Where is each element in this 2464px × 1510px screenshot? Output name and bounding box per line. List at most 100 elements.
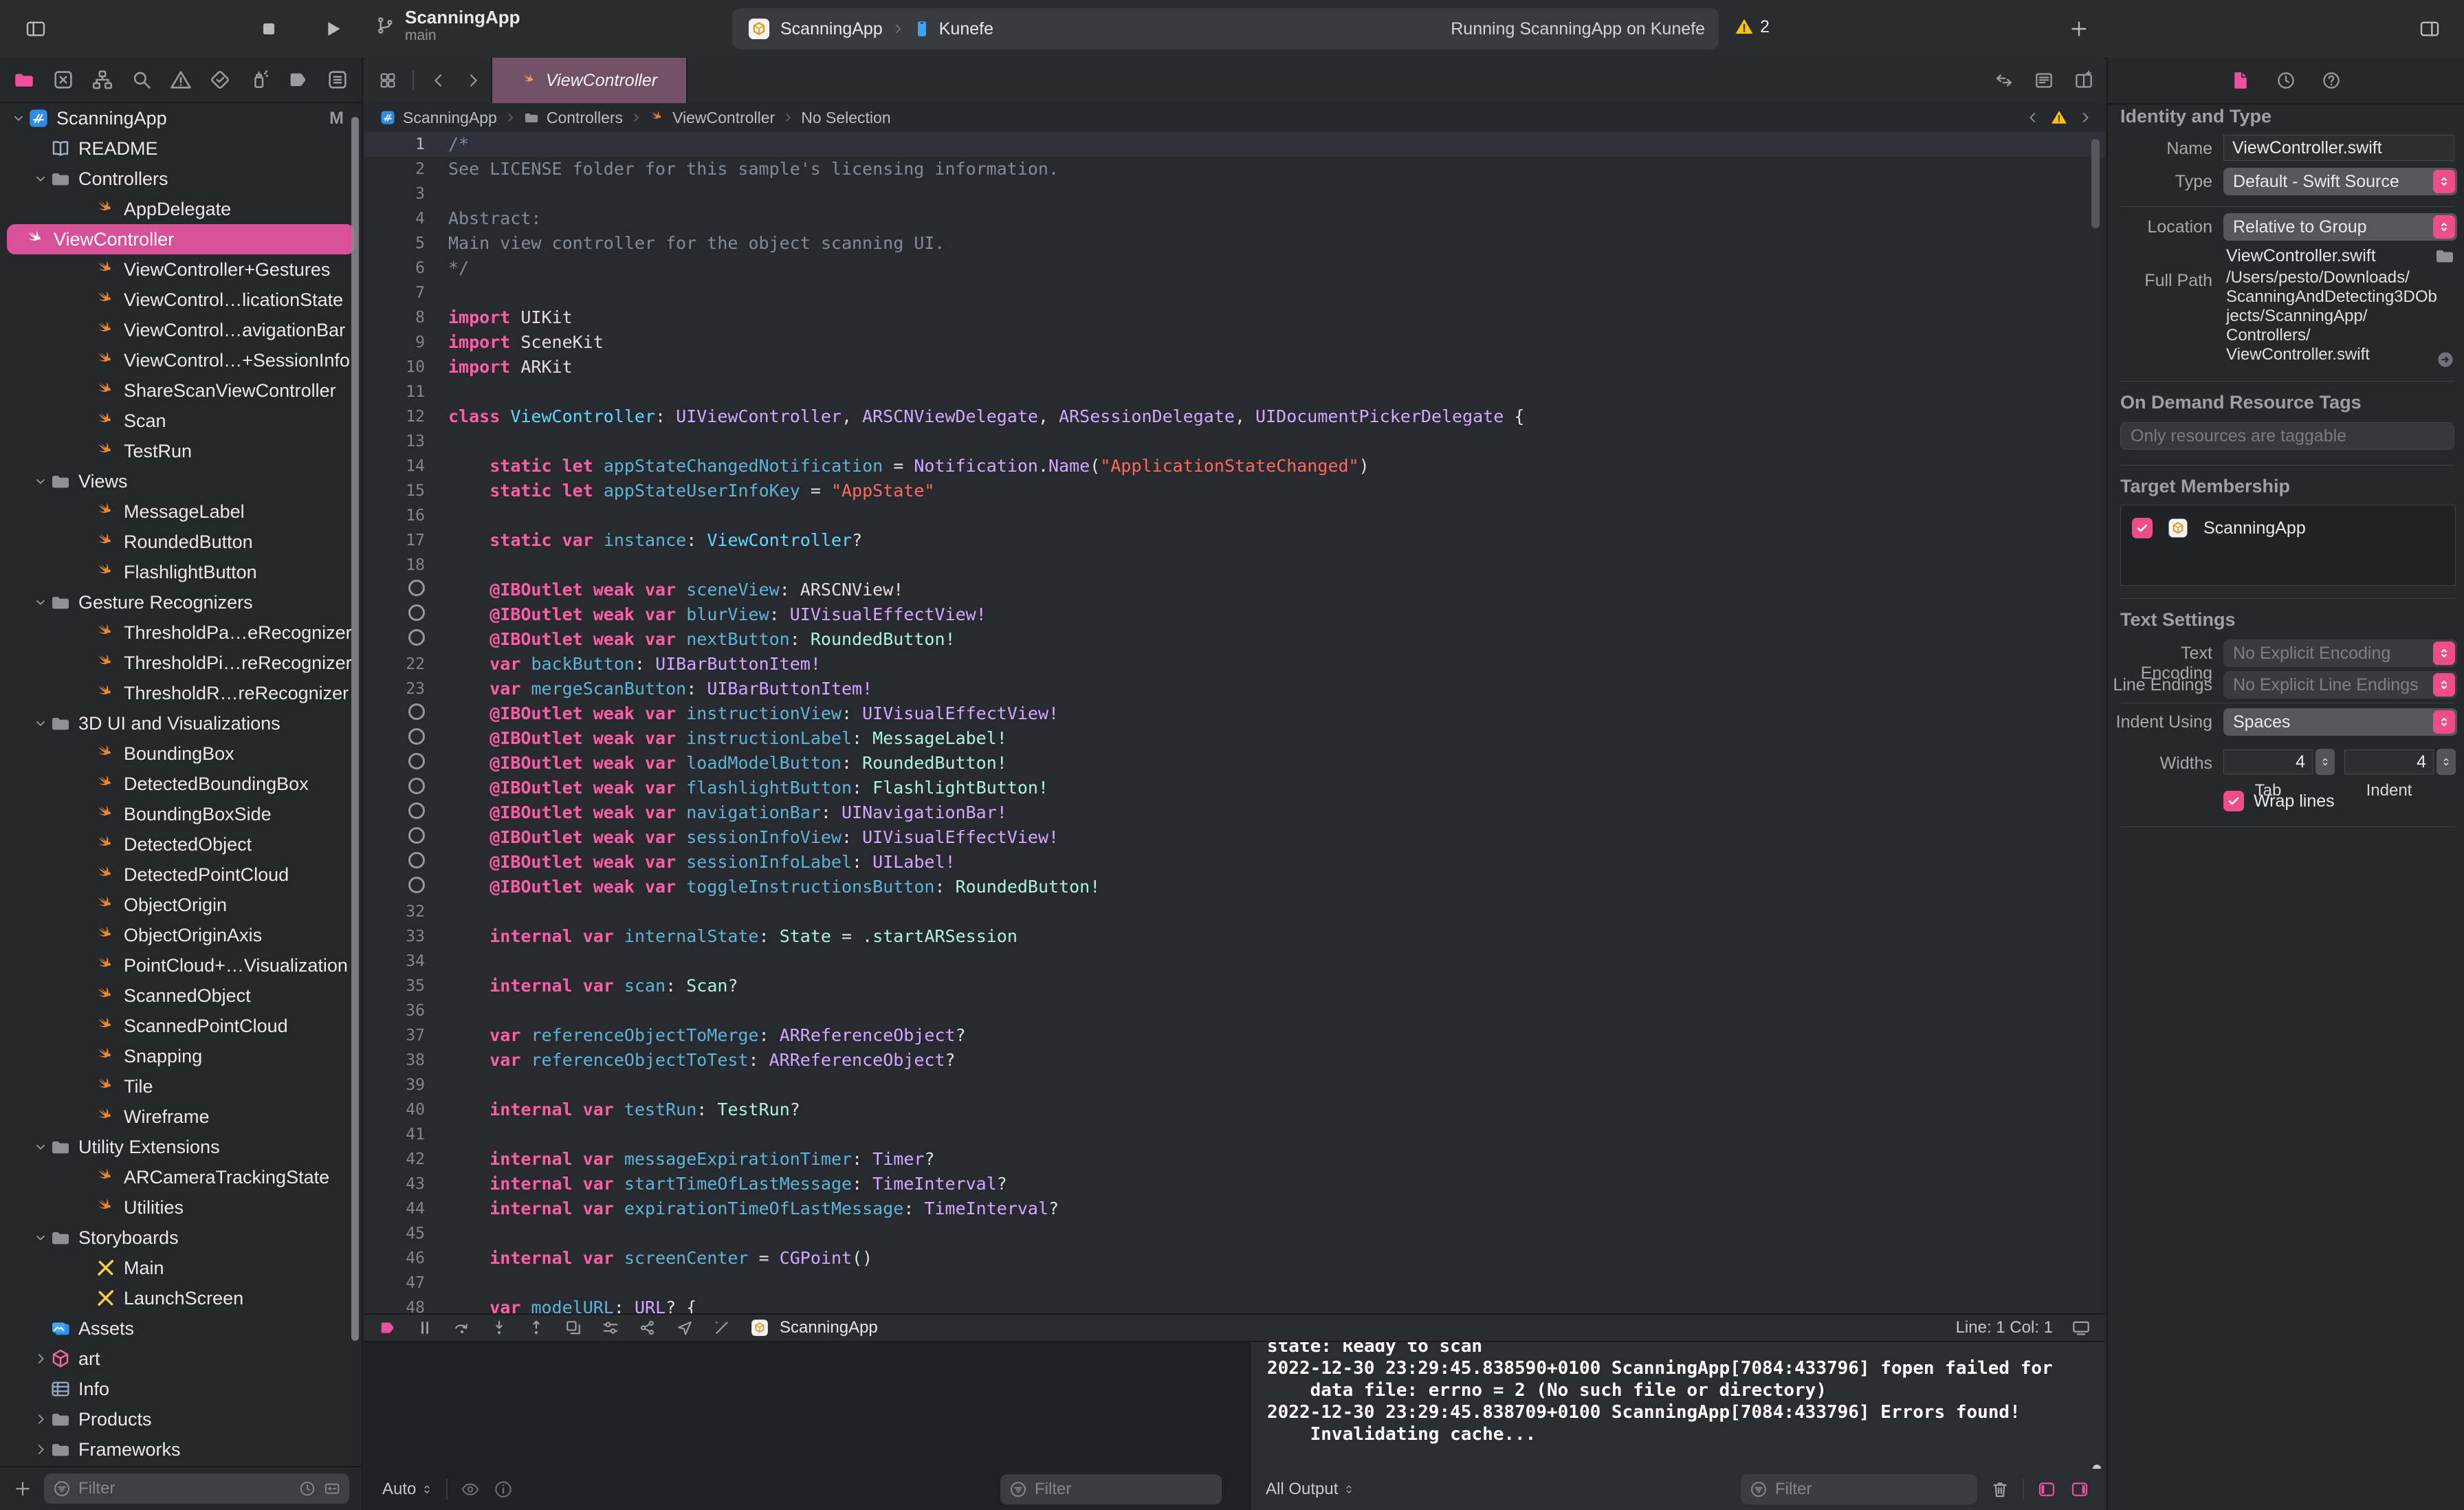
recent-files-icon[interactable] — [298, 1480, 316, 1498]
tab-overview-icon[interactable] — [378, 71, 397, 90]
breadcrumb-item[interactable]: No Selection — [801, 109, 890, 127]
tree-item-wireframe[interactable]: Wireframe — [0, 1102, 362, 1132]
iboutlet-connector-icon[interactable] — [364, 751, 429, 776]
open-in-finder-arrow-icon[interactable] — [2435, 349, 2456, 370]
target-checkbox[interactable] — [2132, 518, 2153, 538]
wrap-lines-checkbox[interactable] — [2223, 791, 2244, 811]
breakpoint-navigator-icon[interactable] — [287, 68, 310, 91]
tree-item-3d-ui-and-visualizations[interactable]: 3D UI and Visualizations — [0, 708, 362, 738]
iboutlet-connector-icon[interactable] — [364, 776, 429, 800]
tree-item-detectedobject[interactable]: DetectedObject — [0, 829, 362, 860]
step-over-icon[interactable] — [452, 1318, 472, 1337]
run-button[interactable] — [322, 18, 344, 40]
editor-options-icon[interactable] — [2034, 70, 2054, 91]
view-debugger-icon[interactable] — [564, 1318, 583, 1337]
stepper-icon[interactable] — [2433, 642, 2455, 665]
destination-name[interactable]: Kunefe — [939, 19, 993, 39]
toggle-navigator-icon[interactable] — [25, 18, 47, 40]
tree-item-objectorigin[interactable]: ObjectOrigin — [0, 890, 362, 920]
chevron-down-icon[interactable] — [32, 595, 50, 610]
tree-item-frameworks[interactable]: Frameworks — [0, 1434, 362, 1465]
help-inspector-icon[interactable] — [2321, 70, 2342, 91]
tree-item-info[interactable]: Info — [0, 1374, 362, 1404]
tab-width-field[interactable]: 4 — [2223, 749, 2313, 774]
source-control-navigator-icon[interactable] — [52, 68, 75, 91]
tree-item-detectedpointcloud[interactable]: DetectedPointCloud — [0, 860, 362, 890]
stepper-icon[interactable] — [2433, 710, 2455, 734]
memory-graph-icon[interactable] — [638, 1318, 657, 1337]
simulate-location-icon[interactable] — [675, 1318, 694, 1337]
iboutlet-connector-icon[interactable] — [364, 627, 429, 652]
back-icon[interactable] — [429, 71, 448, 90]
tree-item-controllers[interactable]: Controllers — [0, 164, 362, 194]
tree-item-utility-extensions[interactable]: Utility Extensions — [0, 1132, 362, 1162]
code-review-icon[interactable] — [1994, 70, 2014, 91]
navigator-scrollbar[interactable] — [351, 117, 359, 1341]
variables-scope-popup[interactable]: Auto — [382, 1480, 434, 1499]
step-out-icon[interactable] — [527, 1318, 546, 1337]
tree-item-products[interactable]: Products — [0, 1404, 362, 1434]
iboutlet-connector-icon[interactable] — [364, 726, 429, 751]
find-navigator-icon[interactable] — [130, 68, 153, 91]
breadcrumb-item[interactable]: ScanningApp — [403, 109, 497, 127]
runtime-issues-icon[interactable] — [712, 1318, 732, 1337]
stepper-icon[interactable] — [2433, 170, 2455, 193]
tree-item-gesture-recognizers[interactable]: Gesture Recognizers — [0, 587, 362, 617]
tree-item-detectedboundingbox[interactable]: DetectedBoundingBox — [0, 769, 362, 799]
tree-item-arcameratrackingstate[interactable]: ARCameraTrackingState — [0, 1162, 362, 1192]
breadcrumb-item[interactable]: Controllers — [547, 109, 623, 127]
choose-folder-icon[interactable] — [2434, 245, 2456, 267]
pause-execution-icon[interactable] — [415, 1318, 434, 1337]
tree-item-scannedobject[interactable]: ScannedObject — [0, 981, 362, 1011]
target-row[interactable]: ScanningApp — [2121, 505, 2455, 540]
stepper-icon[interactable] — [2433, 673, 2455, 697]
iboutlet-connector-icon[interactable] — [364, 875, 429, 899]
name-field[interactable]: ViewController.swift — [2223, 135, 2454, 161]
indent-width-field[interactable]: 4 — [2344, 749, 2434, 774]
chevron-right-icon[interactable] — [32, 1351, 50, 1366]
text-encoding-popup[interactable]: No Explicit Encoding — [2223, 639, 2457, 667]
variables-filter-field[interactable]: Filter — [1000, 1474, 1222, 1504]
tree-item-messagelabel[interactable]: MessageLabel — [0, 496, 362, 527]
breakpoints-toggle-icon[interactable] — [378, 1318, 397, 1337]
warning-badge[interactable]: 2 — [1734, 17, 1770, 37]
chevron-down-icon[interactable] — [32, 474, 50, 489]
report-navigator-icon[interactable] — [326, 68, 349, 91]
previous-issue-icon[interactable] — [2025, 110, 2040, 125]
chevron-down-icon[interactable] — [32, 1230, 50, 1245]
source-editor[interactable]: 1/* 2 See LICENSE folder for this sample's… — [364, 132, 2105, 1313]
tree-item-viewcontroller-gestures[interactable]: ViewController+Gestures — [0, 254, 362, 285]
scheme-name[interactable]: ScanningApp — [780, 19, 883, 39]
tree-item-assets[interactable]: Assets — [0, 1313, 362, 1344]
tree-item-viewcontrol-licationstate[interactable]: ViewControl…licationState — [0, 285, 362, 315]
add-editor-icon[interactable] — [2074, 70, 2094, 91]
navigator-filter-field[interactable]: Filter — [44, 1474, 349, 1504]
tree-item-thresholdpa-erecognizer[interactable]: ThresholdPa…eRecognizer — [0, 617, 362, 648]
type-popup[interactable]: Default - Swift Source — [2223, 168, 2457, 195]
tree-item-tile[interactable]: Tile — [0, 1071, 362, 1102]
chevron-down-icon[interactable] — [32, 1139, 50, 1155]
indent-using-popup[interactable]: Spaces — [2223, 708, 2457, 736]
tree-item-thresholdr-rerecognizer[interactable]: ThresholdR…reRecognizer — [0, 678, 362, 708]
tree-item-storyboards[interactable]: Storyboards — [0, 1223, 362, 1253]
indent-width-stepper[interactable] — [2436, 749, 2456, 775]
tree-item-scanningapp[interactable]: ScanningApp M — [0, 103, 362, 133]
chevron-down-icon[interactable] — [32, 716, 50, 731]
tree-item-flashlightbutton[interactable]: FlashlightButton — [0, 557, 362, 587]
test-navigator-icon[interactable] — [208, 68, 232, 91]
tree-item-viewcontroller[interactable]: ViewController — [7, 224, 355, 254]
file-inspector-icon[interactable] — [2230, 70, 2251, 91]
stop-button[interactable] — [258, 18, 280, 40]
wrap-lines-control[interactable]: Wrap lines — [2223, 791, 2335, 811]
scheme-widget[interactable]: ScanningApp main — [375, 7, 520, 44]
tree-item-appdelegate[interactable]: AppDelegate — [0, 194, 362, 224]
device-icon[interactable] — [2071, 1317, 2091, 1338]
chevron-down-icon[interactable] — [32, 171, 50, 186]
issue-navigator-icon[interactable] — [169, 68, 192, 91]
add-file-button[interactable] — [12, 1478, 33, 1499]
tab-width-stepper[interactable] — [2316, 749, 2335, 775]
symbol-navigator-icon[interactable] — [91, 68, 114, 91]
iboutlet-connector-icon[interactable] — [364, 578, 429, 602]
history-inspector-icon[interactable] — [2276, 70, 2296, 91]
tree-item-viewcontrol-avigationbar[interactable]: ViewControl…avigationBar — [0, 315, 362, 345]
